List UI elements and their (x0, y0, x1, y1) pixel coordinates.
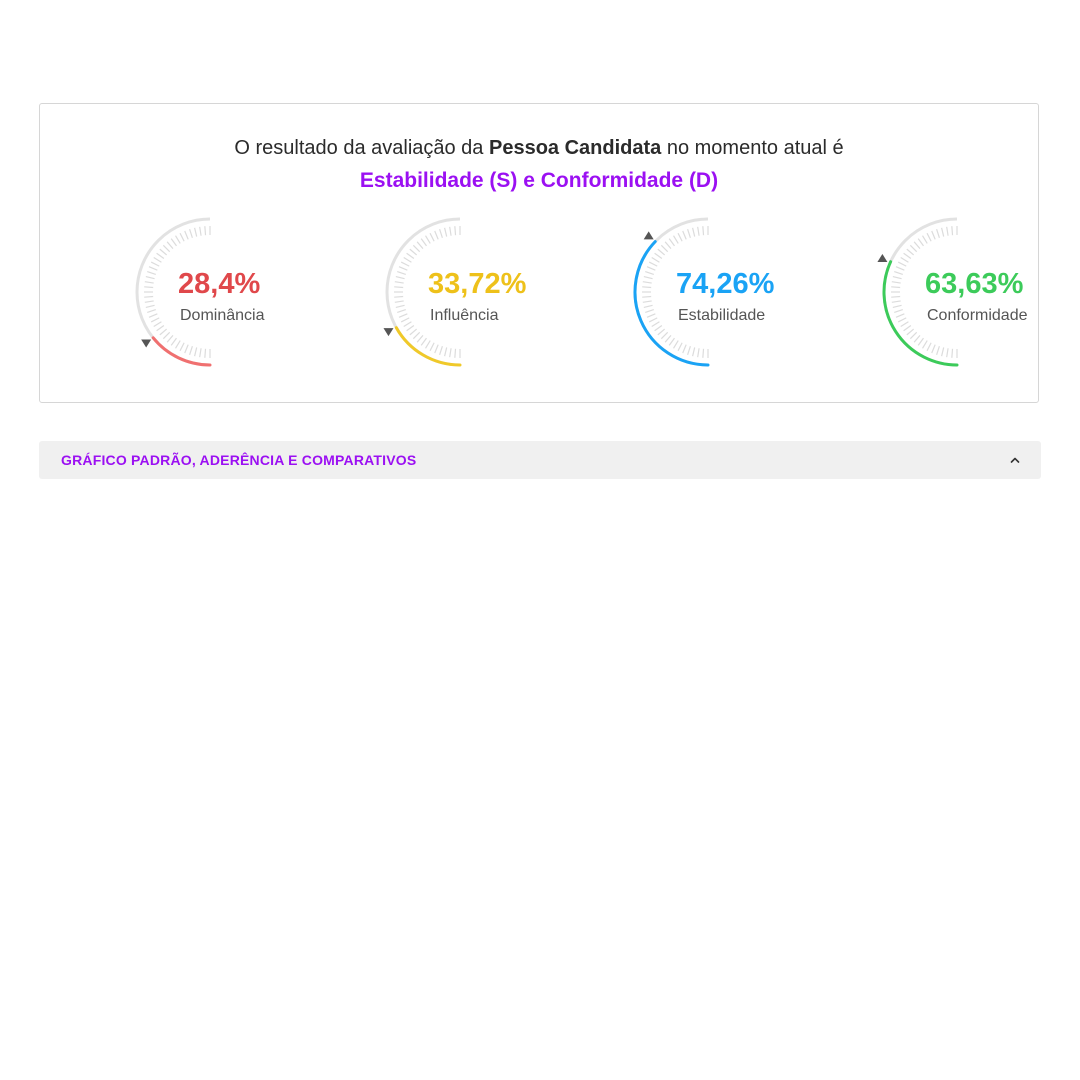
headline-suffix: no momento atual é (661, 137, 844, 159)
gauge-value: 74,26% (676, 268, 775, 300)
gauge-dominance: 28,4% Dominância (80, 217, 310, 379)
headline-prefix: O resultado da avaliação da (234, 137, 489, 159)
gauge-value: 33,72% (428, 268, 527, 300)
gauge-label: Influência (430, 307, 499, 324)
headline-candidate: Pessoa Candidata (488, 137, 662, 159)
profile-result: Estabilidade (S) e Conformidade (D) (359, 169, 719, 192)
accordion-standard-chart[interactable]: GRÁFICO PADRÃO, ADERÊNCIA E COMPARATIVOS (39, 441, 1041, 479)
gauge-stability: 74,26% Estabilidade (578, 217, 808, 379)
gauge-influence: 33,72% Influência (330, 217, 560, 379)
triangle-down-icon (141, 339, 152, 348)
triangle-up-icon (877, 253, 888, 262)
gauge-label: Conformidade (927, 307, 1028, 324)
result-headline: O resultado da avaliação da Pessoa Candi… (40, 134, 1038, 162)
gauge-value: 28,4% (178, 268, 261, 300)
gauge-conformity: 63,63% Conformidade (827, 217, 1057, 379)
triangle-down-icon (383, 328, 394, 337)
chevron-up-icon[interactable] (1009, 454, 1021, 466)
gauge-label: Dominância (180, 307, 265, 324)
accordion-title: GRÁFICO PADRÃO, ADERÊNCIA E COMPARATIVOS (61, 452, 417, 468)
result-card: O resultado da avaliação da Pessoa Candi… (39, 103, 1039, 403)
gauge-label: Estabilidade (678, 307, 766, 324)
gauge-value-arc (633, 240, 710, 367)
gauge-value: 63,63% (925, 268, 1024, 300)
triangle-up-icon (643, 231, 654, 240)
